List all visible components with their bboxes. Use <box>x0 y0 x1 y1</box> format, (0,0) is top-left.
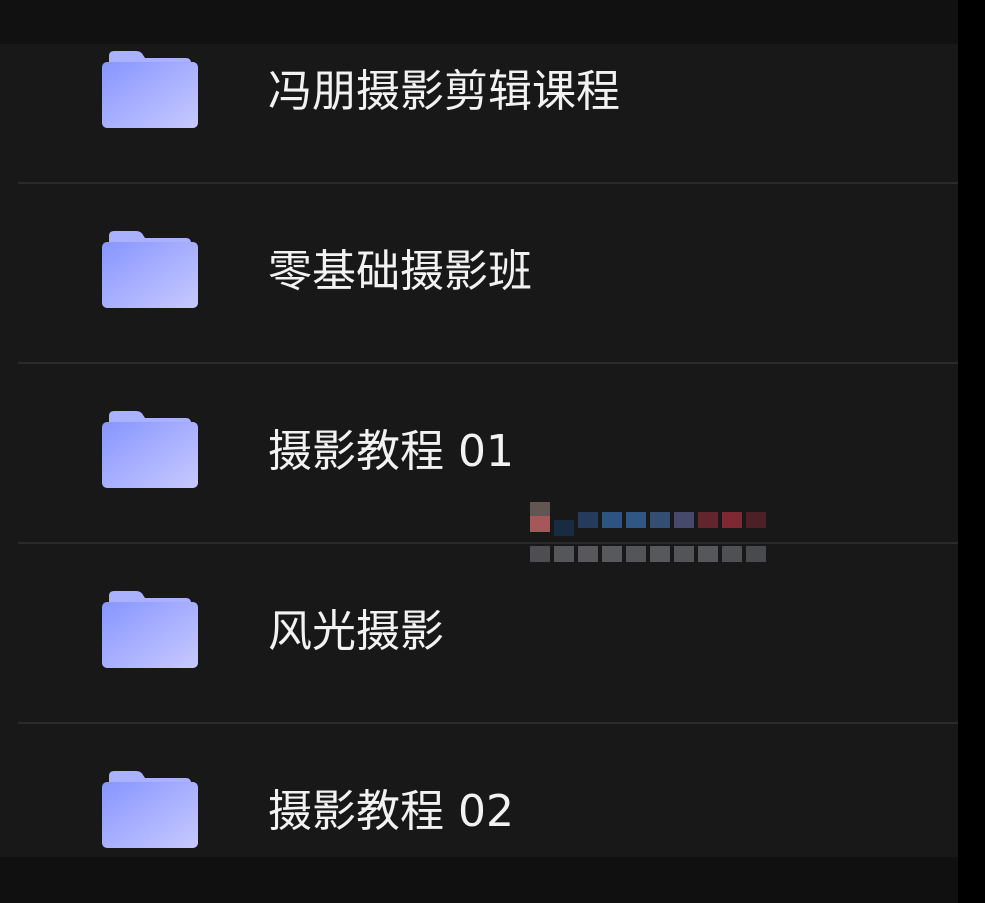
bottom-bar <box>0 857 958 903</box>
folder-name: 摄影教程 02 <box>268 786 514 837</box>
folder-list: 冯朋摄影剪辑课程 零基础摄影班 摄影教程 01 风光摄影 摄影教程 02 <box>0 44 958 857</box>
folder-icon <box>102 771 198 848</box>
folder-icon <box>102 231 198 308</box>
list-item[interactable]: 零基础摄影班 <box>0 184 958 364</box>
folder-name: 风光摄影 <box>268 606 444 657</box>
folder-name: 摄影教程 01 <box>268 426 514 477</box>
folder-icon <box>102 51 198 128</box>
list-item[interactable]: 摄影教程 01 <box>0 364 958 544</box>
pixelated-watermark <box>520 486 780 570</box>
folder-name: 冯朋摄影剪辑课程 <box>268 66 620 117</box>
folder-name: 零基础摄影班 <box>268 246 532 297</box>
folder-icon <box>102 411 198 488</box>
file-browser-screen: 冯朋摄影剪辑课程 零基础摄影班 摄影教程 01 风光摄影 摄影教程 02 <box>0 0 985 903</box>
top-bar <box>0 0 958 44</box>
list-item[interactable]: 风光摄影 <box>0 544 958 724</box>
folder-icon <box>102 591 198 668</box>
right-edge <box>958 0 985 903</box>
